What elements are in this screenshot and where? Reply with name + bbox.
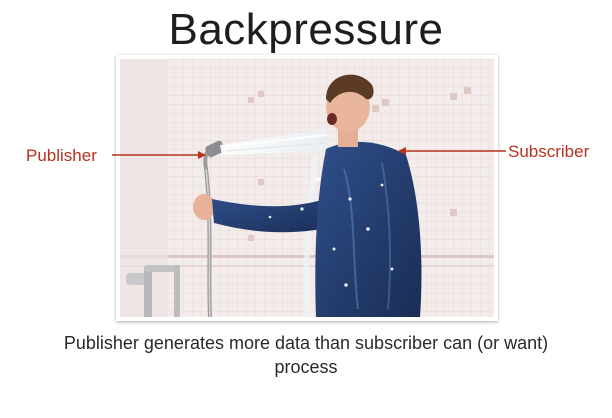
publisher-label: Publisher (26, 146, 97, 165)
subscriber-label: Subscriber (508, 142, 590, 161)
caption-line-1: Publisher generates more data than subsc… (63, 333, 549, 353)
slide-caption: Publisher generates more data than subsc… (0, 331, 612, 379)
caption-line-2: process (274, 357, 338, 377)
